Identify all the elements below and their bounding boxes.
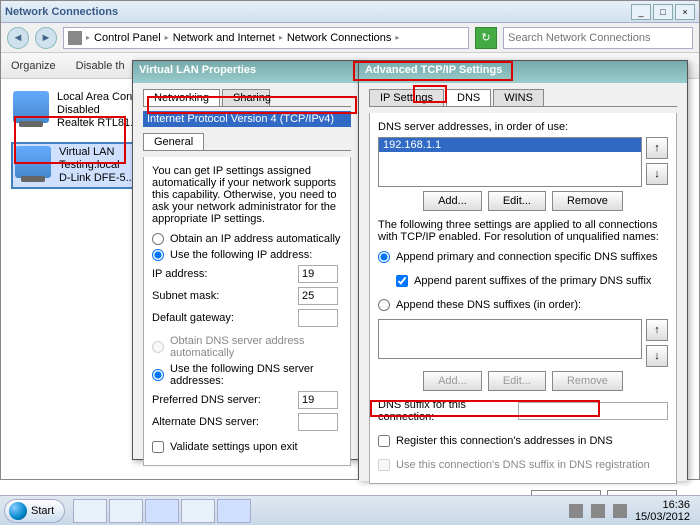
dns-suffix-input[interactable] xyxy=(518,402,668,420)
organize-menu[interactable]: Organize xyxy=(11,60,56,72)
three-settings-label: The following three settings are applied… xyxy=(378,219,668,243)
suffix-up-button[interactable]: ↑ xyxy=(646,319,668,341)
shield-icon xyxy=(68,31,82,45)
radio-append-primary[interactable] xyxy=(378,251,390,263)
vlan-properties-dialog: Virtual LAN Properties Networking Sharin… xyxy=(132,60,362,460)
bc-item[interactable]: Network Connections xyxy=(287,32,392,44)
radio-use-dns[interactable] xyxy=(152,369,164,381)
tray-sound-icon[interactable] xyxy=(613,504,627,518)
validate-checkbox[interactable] xyxy=(152,441,164,453)
radio-append-these[interactable] xyxy=(378,299,390,311)
pref-dns-input[interactable] xyxy=(298,391,338,409)
bc-item[interactable]: Network and Internet xyxy=(173,32,275,44)
clock[interactable]: 16:36 15/03/2012 xyxy=(635,499,690,523)
taskbar-app-5[interactable] xyxy=(217,499,251,523)
conn-name: Virtual LAN xyxy=(59,146,135,159)
gateway-input[interactable] xyxy=(298,309,338,327)
edit-suffix-button: Edit... xyxy=(488,371,546,391)
nav-bar: ◄ ► ▸ Control Panel ▸ Network and Intern… xyxy=(1,23,699,53)
maximize-button[interactable]: □ xyxy=(653,4,673,20)
add-suffix-button: Add... xyxy=(423,371,482,391)
disable-menu[interactable]: Disable th xyxy=(76,60,125,72)
remove-suffix-button: Remove xyxy=(552,371,623,391)
titlebar: Network Connections _ □ × xyxy=(1,1,699,23)
advanced-tcpip-dialog: Advanced TCP/IP Settings IP Settings DNS… xyxy=(358,60,688,480)
move-down-button[interactable]: ↓ xyxy=(646,163,668,185)
alt-dns-input[interactable] xyxy=(298,413,338,431)
taskbar: Start 16:36 15/03/2012 xyxy=(0,495,700,525)
back-button[interactable]: ◄ xyxy=(7,27,29,49)
remove-dns-button[interactable]: Remove xyxy=(552,191,623,211)
check-register-dns[interactable] xyxy=(378,435,390,447)
ip-address-input[interactable] xyxy=(298,265,338,283)
minimize-button[interactable]: _ xyxy=(631,4,651,20)
breadcrumb[interactable]: ▸ Control Panel ▸ Network and Internet ▸… xyxy=(63,27,469,49)
check-append-parent[interactable] xyxy=(396,275,408,287)
tab-networking[interactable]: Networking xyxy=(143,89,220,106)
taskbar-app-explorer[interactable] xyxy=(145,499,179,523)
tab-wins[interactable]: WINS xyxy=(493,89,544,106)
dialog-title: Advanced TCP/IP Settings xyxy=(359,61,687,83)
search-input[interactable] xyxy=(503,27,693,49)
network-adapter-icon xyxy=(13,91,49,123)
forward-button[interactable]: ► xyxy=(35,27,57,49)
suffix-down-button[interactable]: ↓ xyxy=(646,345,668,367)
tray-flag-icon[interactable] xyxy=(569,504,583,518)
move-up-button[interactable]: ↑ xyxy=(646,137,668,159)
tab-sharing[interactable]: Sharing xyxy=(222,89,270,106)
dns-server-list[interactable]: 192.168.1.1 xyxy=(378,137,642,187)
conn-domain: Testing.local xyxy=(59,159,135,172)
tab-ip-settings[interactable]: IP Settings xyxy=(369,89,444,106)
dns-order-label: DNS server addresses, in order of use: xyxy=(378,121,668,133)
network-adapter-icon xyxy=(15,146,51,178)
dns-suffix-list[interactable] xyxy=(378,319,642,359)
edit-dns-button[interactable]: Edit... xyxy=(488,191,546,211)
bc-item[interactable]: Control Panel xyxy=(94,32,161,44)
radio-auto-dns xyxy=(152,341,164,353)
subnet-mask-input[interactable] xyxy=(298,287,338,305)
radio-use-ip[interactable] xyxy=(152,249,164,261)
close-button[interactable]: × xyxy=(675,4,695,20)
window-title: Network Connections xyxy=(5,6,631,18)
conn-device: D-Link DFE-5... xyxy=(59,172,135,185)
windows-orb-icon xyxy=(9,502,27,520)
start-button[interactable]: Start xyxy=(4,499,65,523)
selected-protocol[interactable]: Internet Protocol Version 4 (TCP/IPv4) xyxy=(143,111,351,127)
taskbar-app-1[interactable] xyxy=(73,499,107,523)
dialog-title: Virtual LAN Properties xyxy=(133,61,361,83)
taskbar-app-2[interactable] xyxy=(109,499,143,523)
radio-auto-ip[interactable] xyxy=(152,233,164,245)
taskbar-app-4[interactable] xyxy=(181,499,215,523)
add-dns-button[interactable]: Add... xyxy=(423,191,482,211)
check-use-suffix-reg xyxy=(378,459,390,471)
tray-network-icon[interactable] xyxy=(591,504,605,518)
tab-general[interactable]: General xyxy=(143,133,204,150)
dns-entry[interactable]: 192.168.1.1 xyxy=(379,138,641,152)
refresh-button[interactable]: ↻ xyxy=(475,27,497,49)
tab-dns[interactable]: DNS xyxy=(446,89,491,106)
ip-desc: You can get IP settings assigned automat… xyxy=(152,165,342,225)
